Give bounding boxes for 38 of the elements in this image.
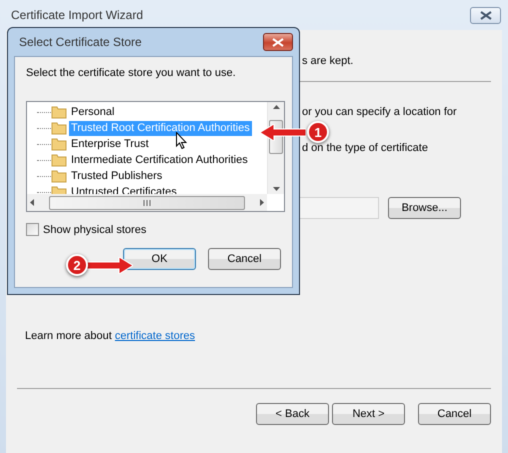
store-item[interactable]: Personal (69, 104, 116, 120)
dialog-title: Select Certificate Store (19, 35, 142, 49)
close-button[interactable] (470, 6, 501, 24)
horizontal-scrollbar[interactable] (27, 194, 267, 211)
store-item[interactable]: Trusted Publishers (69, 168, 164, 184)
learn-more-text: Learn more about certificate stores (25, 330, 196, 342)
store-item[interactable]: Intermediate Certification Authorities (69, 152, 250, 168)
close-icon (480, 10, 492, 20)
browse-button[interactable]: Browse... (388, 197, 461, 219)
dialog-prompt: Select the certificate store you want to use. (26, 67, 237, 79)
scroll-up-icon[interactable] (272, 105, 280, 109)
scroll-left-icon[interactable] (30, 199, 34, 206)
next-button[interactable]: Next > (332, 403, 405, 425)
wizard-text: s are kept. (302, 55, 354, 67)
checkbox-label: Show physical stores (43, 224, 146, 236)
folder-icon (51, 121, 67, 135)
folder-icon (51, 169, 67, 183)
certificate-stores-link[interactable]: certificate stores (114, 330, 195, 342)
cancel-button[interactable]: Cancel (208, 248, 281, 270)
wizard-text: or you can specify a location for (302, 106, 458, 118)
scroll-down-icon[interactable] (272, 187, 280, 191)
store-path-field[interactable] (299, 197, 379, 219)
close-icon (272, 38, 284, 46)
annotation-arrow (87, 257, 133, 274)
store-item[interactable]: Enterprise Trust (69, 136, 151, 152)
folder-icon (51, 153, 67, 167)
close-button[interactable] (263, 33, 293, 51)
window-title: Certificate Import Wizard (11, 8, 144, 22)
wizard-text: d on the type of certificate (302, 142, 429, 154)
folder-icon (51, 105, 67, 119)
ok-button[interactable]: OK (123, 248, 196, 270)
folder-icon (51, 137, 67, 151)
cursor-icon (176, 132, 187, 149)
cancel-button[interactable]: Cancel (418, 403, 491, 425)
grip-icon (143, 200, 151, 206)
scroll-right-icon[interactable] (260, 199, 264, 206)
back-button[interactable]: < Back (256, 403, 329, 425)
checkbox[interactable] (26, 223, 39, 236)
